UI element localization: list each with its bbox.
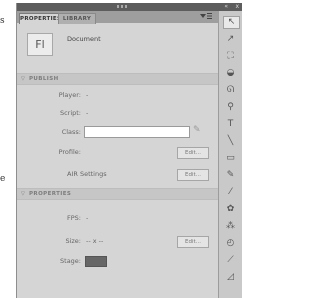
collapse-triangle-icon: ▽	[21, 76, 25, 82]
edit-class-pencil-icon[interactable]: ✎	[193, 125, 201, 135]
air-settings-edit-button[interactable]: Edit...	[177, 169, 209, 181]
eyedropper-tool-icon[interactable]: ⟋	[223, 254, 238, 266]
properties-window: « x PROPERTIES LIBRARY Fl Document ▽ PUB…	[16, 3, 242, 298]
script-value: -	[86, 109, 89, 117]
profile-edit-button[interactable]: Edit...	[177, 147, 209, 159]
class-input[interactable]	[84, 126, 190, 138]
pencil-tool-icon[interactable]: ✎	[223, 169, 238, 181]
line-tool-icon[interactable]: ╲	[223, 135, 238, 147]
background-text-fragment: e	[0, 174, 6, 184]
fps-value[interactable]: -	[86, 214, 88, 222]
script-label: Script:	[59, 109, 81, 117]
tab-properties[interactable]: PROPERTIES	[19, 13, 61, 24]
drag-grip[interactable]	[121, 5, 123, 8]
drag-grip[interactable]	[125, 5, 127, 8]
player-value: -	[86, 91, 89, 99]
background-text-fragment: s	[0, 16, 5, 26]
bone-tool-icon[interactable]: ⁂	[223, 220, 238, 232]
properties-panel: PROPERTIES LIBRARY Fl Document ▽ PUBLISH…	[17, 11, 219, 298]
stage-color-swatch[interactable]	[85, 256, 107, 267]
air-settings-label: AIR Settings	[67, 170, 107, 178]
publish-section-header[interactable]: ▽ PUBLISH	[17, 73, 218, 85]
free-transform-tool-icon[interactable]: ⛶	[223, 50, 238, 62]
publish-section-title: PUBLISH	[29, 76, 59, 82]
fps-label: FPS:	[67, 214, 81, 222]
tab-library[interactable]: LIBRARY	[58, 13, 96, 24]
rectangle-tool-icon[interactable]: ▭	[223, 152, 238, 164]
player-label: Player:	[58, 91, 81, 99]
eraser-tool-icon[interactable]: ◿	[223, 271, 238, 283]
document-label: Document	[67, 35, 101, 43]
properties-section-header[interactable]: ▽ PROPERTIES	[17, 188, 218, 200]
selection-tool-icon[interactable]: ↖	[223, 16, 240, 29]
class-label: Class:	[61, 128, 81, 136]
tools-toolbar: ↖ ↗ ⛶ ◒ ᘏ ⚲ T ╲ ▭ ✎ ⁄ ✿ ⁂ ◴ ⟋ ◿	[219, 11, 242, 298]
deco-tool-icon[interactable]: ✿	[223, 203, 238, 215]
document-icon: Fl	[27, 33, 53, 56]
tab-bar: PROPERTIES LIBRARY	[17, 11, 218, 24]
window-titlebar[interactable]: « x	[17, 3, 242, 11]
stage-label: Stage:	[60, 257, 81, 265]
subselection-tool-icon[interactable]: ↗	[223, 33, 238, 45]
text-tool-icon[interactable]: T	[223, 118, 238, 130]
lasso-tool-icon[interactable]: ᘏ	[223, 84, 238, 96]
panel-menu-icon[interactable]	[200, 12, 212, 24]
profile-label: Profile:	[58, 148, 81, 156]
collapse-triangle-icon: ▽	[21, 191, 25, 197]
collapse-icon[interactable]: «	[224, 3, 228, 11]
paint-bucket-tool-icon[interactable]: ◴	[223, 237, 238, 249]
3d-rotation-tool-icon[interactable]: ◒	[223, 67, 238, 79]
pen-tool-icon[interactable]: ⚲	[223, 101, 238, 113]
brush-tool-icon[interactable]: ⁄	[223, 186, 238, 198]
size-label: Size:	[65, 237, 81, 245]
close-icon[interactable]: x	[235, 3, 239, 11]
size-value[interactable]: -- x --	[86, 237, 103, 245]
size-edit-button[interactable]: Edit...	[177, 236, 209, 248]
properties-section-title: PROPERTIES	[29, 191, 72, 197]
drag-grip[interactable]	[117, 5, 119, 8]
